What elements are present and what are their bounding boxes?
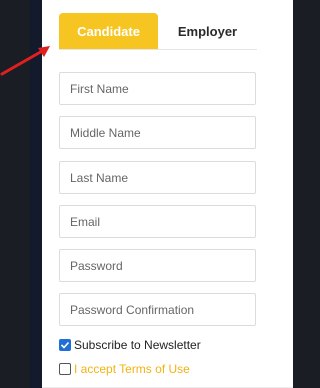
password-input[interactable] xyxy=(59,249,256,282)
terms-checkbox[interactable] xyxy=(59,363,71,375)
email-input[interactable] xyxy=(59,205,256,238)
terms-of-use-link[interactable]: I accept Terms of Use xyxy=(74,362,190,376)
checkmark-icon xyxy=(60,341,70,349)
tab-candidate[interactable]: Candidate xyxy=(59,13,158,49)
tab-employer[interactable]: Employer xyxy=(158,13,257,49)
newsletter-row: Subscribe to Newsletter xyxy=(59,338,201,352)
middle-name-input[interactable] xyxy=(59,116,256,149)
registration-panel xyxy=(42,0,293,388)
newsletter-checkbox[interactable] xyxy=(59,339,71,351)
newsletter-label[interactable]: Subscribe to Newsletter xyxy=(74,338,201,352)
first-name-input[interactable] xyxy=(59,72,256,105)
terms-row: I accept Terms of Use xyxy=(59,362,190,376)
account-type-tabs: Candidate Employer xyxy=(59,13,257,50)
red-arrow-icon xyxy=(0,46,50,76)
last-name-input[interactable] xyxy=(59,161,256,194)
password-confirmation-input[interactable] xyxy=(59,293,256,326)
